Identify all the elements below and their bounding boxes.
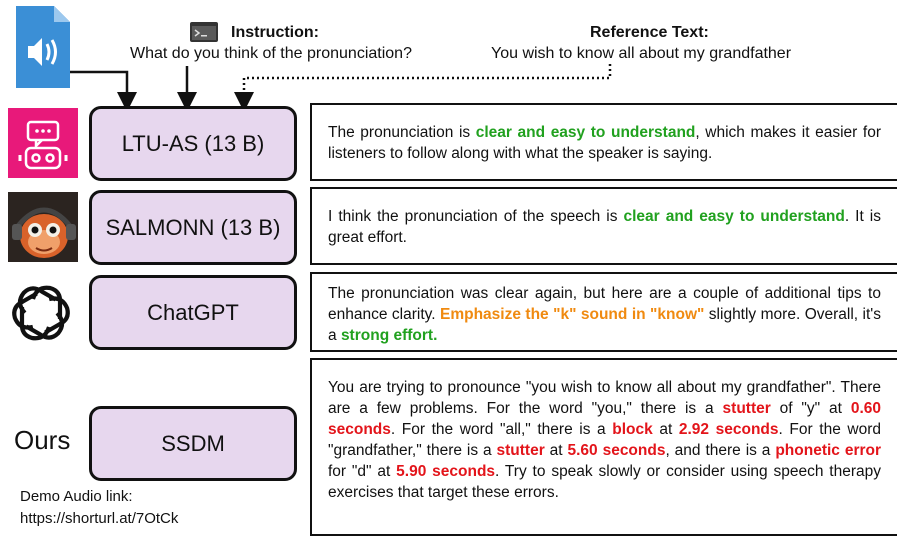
reference-text: You wish to know all about my grandfathe…: [491, 45, 792, 62]
highlighted-phrase: clear and easy to understand: [623, 208, 845, 225]
reference-title: Reference Text:: [590, 24, 709, 41]
response-chatgpt: The pronunciation was clear again, but h…: [310, 272, 897, 352]
model-box-ltu-as: LTU-AS (13 B): [89, 106, 297, 181]
instruction-title: Instruction:: [231, 24, 319, 41]
model-box-salmonn: SALMONN (13 B): [89, 190, 297, 265]
model-box-chatgpt: ChatGPT: [89, 275, 297, 350]
model-name: SALMONN (13 B): [105, 214, 281, 240]
reference-arrow: [234, 64, 612, 112]
model-name: SSDM: [161, 430, 225, 456]
response-text: , and there is a: [665, 442, 776, 459]
highlighted-phrase: Emphasize the "k" sound in "know": [440, 306, 705, 323]
highlighted-phrase: stutter: [496, 442, 545, 459]
response-salmonn: I think the pronunciation of the speech …: [310, 187, 897, 265]
demo-audio-label: Demo Audio link:: [20, 488, 133, 505]
response-text: I think the pronunciation of the speech …: [328, 208, 624, 225]
salmon-avatar-icon: [8, 192, 78, 262]
response-ltu-as: The pronunciation is clear and easy to u…: [310, 103, 897, 181]
response-text: at: [544, 442, 568, 459]
highlighted-phrase: strong effort.: [340, 327, 438, 344]
openai-logo-icon: [8, 280, 74, 346]
response-text: for "d" at: [328, 463, 397, 480]
highlighted-phrase: stutter: [722, 400, 771, 417]
highlighted-phrase: 5.90 seconds: [396, 463, 496, 480]
model-box-ssdm: SSDM: [89, 406, 297, 481]
highlighted-phrase: 5.60 seconds: [567, 442, 666, 459]
highlighted-phrase: phonetic error: [775, 442, 882, 459]
ours-label: Ours: [14, 425, 71, 455]
highlighted-phrase: 2.92 seconds: [678, 421, 779, 438]
audio-arrow: [68, 70, 137, 112]
highlighted-phrase: block: [612, 421, 653, 438]
instruction-text: What do you think of the pronunciation?: [130, 45, 412, 62]
robot-chat-icon: [8, 108, 78, 178]
response-text: . For the word "all," there is a: [390, 421, 613, 438]
audio-file-icon: [16, 6, 70, 88]
response-ssdm: You are trying to pronounce "you wish to…: [310, 358, 897, 536]
response-text: of "y" at: [770, 400, 851, 417]
model-name: ChatGPT: [147, 299, 239, 325]
demo-audio-link[interactable]: https://shorturl.at/7OtCk: [20, 508, 178, 530]
response-text: at: [652, 421, 679, 438]
highlighted-phrase: clear and easy to understand: [475, 124, 696, 141]
model-name: LTU-AS (13 B): [121, 130, 265, 156]
response-text: The pronunciation is: [328, 124, 476, 141]
terminal-icon: [190, 22, 218, 42]
